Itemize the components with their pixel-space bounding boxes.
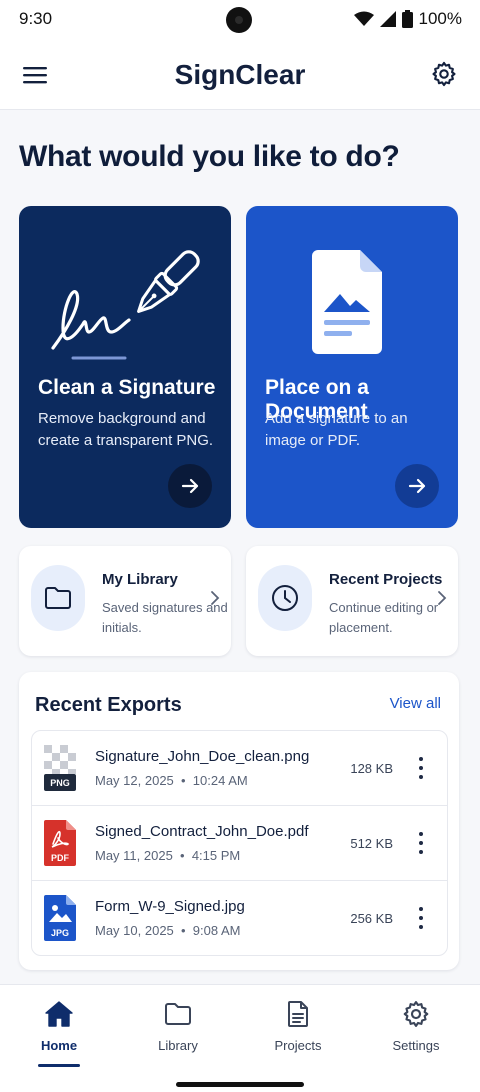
- home-icon: [45, 1001, 73, 1027]
- recent-exports-panel: Recent Exports View all PNG Signature_Jo…: [19, 672, 459, 970]
- png-file-icon: PNG: [44, 745, 76, 791]
- folder-icon-badge: [31, 565, 85, 631]
- document-icon: [288, 1001, 308, 1027]
- settings-button[interactable]: [430, 60, 458, 88]
- file-name: Signed_Contract_John_Doe.pdf: [95, 823, 309, 840]
- clean-signature-card[interactable]: Clean a Signature Remove background and …: [19, 206, 231, 528]
- exports-list: PNG Signature_John_Doe_clean.png May 12,…: [31, 730, 448, 956]
- more-options-button[interactable]: [411, 757, 431, 779]
- file-date: May 12, 2025: [95, 773, 174, 788]
- file-time: 10:24 AM: [192, 773, 248, 788]
- nav-settings[interactable]: Settings: [371, 999, 461, 1053]
- chevron-right-icon: [438, 591, 447, 605]
- file-size: 256 KB: [350, 911, 393, 926]
- export-row[interactable]: PDF Signed_Contract_John_Doe.pdf May 11,…: [32, 806, 447, 881]
- pdf-file-type: PDF: [51, 853, 70, 863]
- cell-signal-icon: [379, 11, 396, 27]
- file-meta: May 11, 2025 • 4:15 PM: [95, 848, 241, 863]
- folder-icon: [45, 587, 71, 609]
- nav-projects-label: Projects: [274, 1038, 322, 1053]
- file-name: Signature_John_Doe_clean.png: [95, 748, 310, 765]
- camera-cutout: [226, 7, 252, 33]
- jpg-file-icon: JPG: [44, 895, 76, 941]
- file-size: 128 KB: [350, 761, 393, 776]
- file-date: May 10, 2025: [95, 923, 174, 938]
- file-time: 4:15 PM: [191, 848, 241, 863]
- clean-signature-title: Clean a Signature: [38, 376, 216, 399]
- my-library-card[interactable]: My Library Saved signatures and initials…: [19, 546, 231, 656]
- status-time: 9:30: [19, 9, 53, 28]
- export-row[interactable]: PNG Signature_John_Doe_clean.png May 12,…: [32, 731, 447, 806]
- gesture-handle[interactable]: [176, 1082, 304, 1087]
- bottom-navigation: Home Library Projects Settings: [0, 984, 480, 1092]
- nav-active-indicator: [38, 1064, 80, 1067]
- status-icons: 100%: [353, 9, 462, 29]
- clock-icon: [272, 585, 298, 611]
- png-file-type: PNG: [50, 778, 70, 788]
- document-image-icon: [312, 250, 382, 354]
- export-row[interactable]: JPG Form_W-9_Signed.jpg May 10, 2025 • 9…: [32, 881, 447, 955]
- page-heading: What would you like to do?: [19, 140, 400, 173]
- clean-signature-description: Remove background and create a transpare…: [38, 410, 214, 449]
- clock-icon-badge: [258, 565, 312, 631]
- more-options-button[interactable]: [411, 832, 431, 854]
- jpg-file-type: JPG: [51, 928, 69, 938]
- arrow-right-icon: [408, 478, 426, 494]
- place-document-description: Add a signature to an image or PDF.: [265, 410, 408, 449]
- gear-icon: [403, 1001, 429, 1027]
- more-options-button[interactable]: [411, 907, 431, 929]
- place-document-card[interactable]: Place on a Document Add a signature to a…: [246, 206, 458, 528]
- nav-projects[interactable]: Projects: [253, 999, 343, 1053]
- battery-icon: [401, 10, 413, 28]
- recent-projects-card[interactable]: Recent Projects Continue editing or plac…: [246, 546, 458, 656]
- nav-library-label: Library: [158, 1038, 198, 1053]
- app-bar: SignClear: [0, 40, 480, 110]
- arrow-right-icon: [181, 478, 199, 494]
- file-meta: May 12, 2025 • 10:24 AM: [95, 773, 248, 788]
- file-date: May 11, 2025: [95, 848, 173, 863]
- chevron-right-icon: [211, 591, 220, 605]
- my-library-title: My Library: [102, 571, 178, 588]
- battery-percent: 100%: [418, 9, 462, 28]
- nav-library[interactable]: Library: [133, 999, 223, 1053]
- clean-signature-arrow-button[interactable]: [168, 464, 212, 508]
- folder-icon: [165, 1003, 191, 1025]
- pen-signature-icon: [51, 250, 200, 360]
- recent-projects-title: Recent Projects: [329, 571, 443, 588]
- file-size: 512 KB: [350, 836, 393, 851]
- view-all-link[interactable]: View all: [390, 695, 441, 712]
- file-name: Form_W-9_Signed.jpg: [95, 898, 245, 915]
- app-title: SignClear: [174, 59, 306, 90]
- wifi-icon: [353, 11, 374, 26]
- status-bar: 9:30 100%: [0, 0, 480, 40]
- file-time: 9:08 AM: [192, 923, 241, 938]
- nav-home-label: Home: [40, 1038, 78, 1053]
- place-document-arrow-button[interactable]: [395, 464, 439, 508]
- pdf-file-icon: PDF: [44, 820, 76, 866]
- recent-exports-title: Recent Exports: [35, 694, 182, 716]
- file-meta: May 10, 2025 • 9:08 AM: [95, 923, 241, 938]
- gear-icon: [432, 61, 456, 87]
- nav-settings-label: Settings: [392, 1038, 440, 1053]
- nav-home[interactable]: Home: [14, 999, 104, 1053]
